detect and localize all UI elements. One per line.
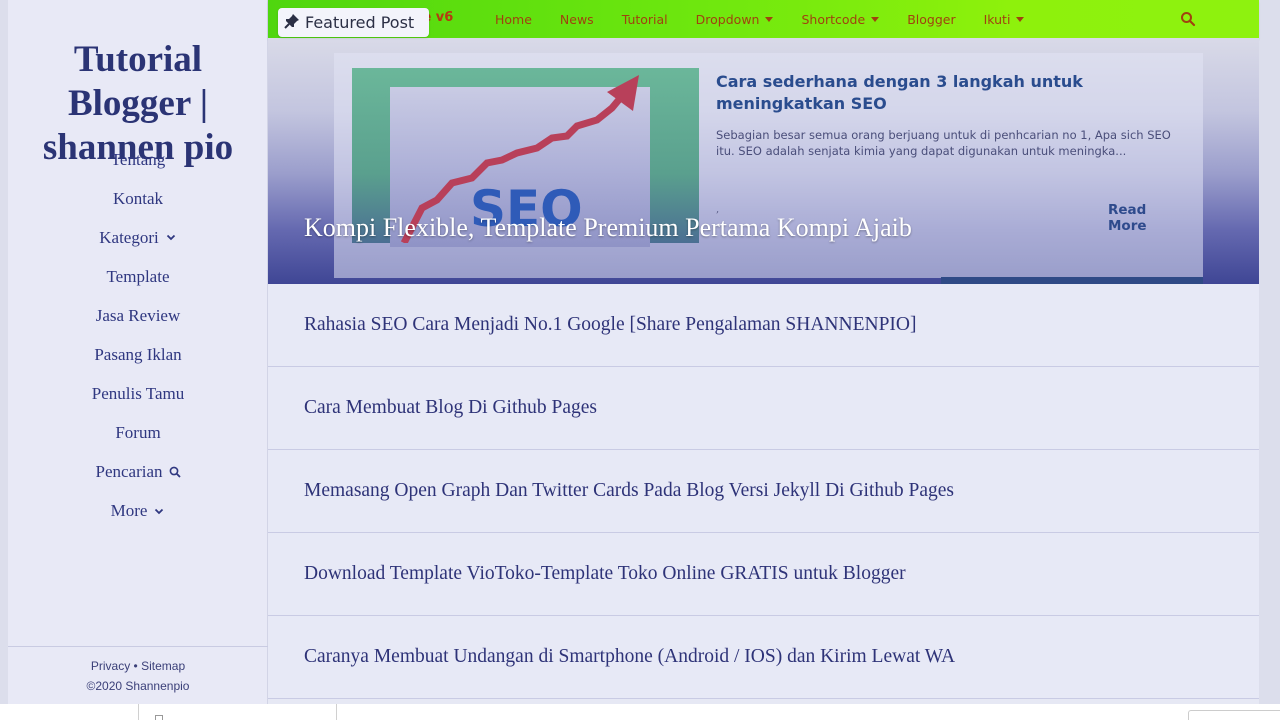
sidebar-footer: Privacy • Sitemap ©2020 Shannenpio [8, 656, 268, 696]
featured-post-info: Cara sederhana dengan 3 langkah untuk me… [716, 71, 1186, 234]
sidebar-item-label: Kontak [112, 188, 164, 208]
window-icon [155, 715, 163, 720]
post-item[interactable]: Download Template VioToko-Template Toko … [268, 533, 1259, 616]
sidebar-item-penulis-tamu[interactable]: Penulis Tamu [8, 375, 268, 414]
copyright: ©2020 Shannenpio [86, 679, 190, 693]
sidebar-item-pasang-iklan[interactable]: Pasang Iklan [8, 335, 268, 374]
sidebar-item-label: Penulis Tamu [91, 384, 185, 404]
nav-item-label: Blogger [907, 11, 956, 27]
nav-item-ikuti[interactable]: Ikuti [984, 12, 1025, 27]
caret-down-icon [1016, 16, 1025, 22]
right-gutter [1259, 0, 1280, 704]
nav-item-news[interactable]: News [560, 12, 594, 27]
sidebar-item-forum[interactable]: Forum [8, 414, 268, 453]
hero-strip [941, 277, 1203, 284]
post-item[interactable]: Rahasia SEO Cara Menjadi No.1 Google [Sh… [268, 284, 1259, 367]
nav-item-blogger[interactable]: Blogger [907, 12, 955, 27]
chevron-down-icon [153, 505, 165, 517]
nav-item-dropdown[interactable]: Dropdown [696, 12, 774, 27]
sidebar-item-label: Pasang Iklan [94, 345, 182, 365]
footer-separator: • [133, 659, 138, 673]
pin-icon [284, 13, 305, 33]
footer-links: Privacy • Sitemap [8, 656, 268, 676]
sidebar-item-label: Pencarian [95, 462, 163, 482]
featured-post-excerpt: Sebagian besar semua orang berjuang untu… [716, 128, 1171, 158]
caret-down-icon [871, 16, 880, 22]
nav-item-label: Home [495, 11, 532, 27]
search-icon[interactable] [1180, 11, 1196, 27]
sidebar-item-pencarian[interactable]: Pencarian [8, 453, 268, 492]
post-item[interactable]: Caranya Membuat Undangan di Smartphone (… [268, 616, 1259, 699]
post-title: Caranya Membuat Undangan di Smartphone (… [304, 646, 956, 667]
featured-hero: SEO Cara sederhana dengan 3 langkah untu… [268, 38, 1259, 284]
bottom-divider [336, 704, 337, 720]
nav-item-home[interactable]: Home [495, 12, 532, 27]
sidebar-item-label: Tentang [110, 149, 166, 169]
sidebar-item-kategori[interactable]: Kategori [8, 218, 268, 257]
nav-item-label: Dropdown [695, 11, 760, 27]
nav-item-tutorial[interactable]: Tutorial [622, 12, 668, 27]
featured-post-title[interactable]: Cara sederhana dengan 3 langkah untuk me… [716, 71, 1186, 115]
nav-item-label: Tutorial [621, 11, 668, 27]
post-title: Rahasia SEO Cara Menjadi No.1 Google [Sh… [304, 314, 917, 335]
read-more-link[interactable]: Read More [1108, 202, 1186, 234]
bottom-panel [1188, 710, 1280, 720]
caret-down-icon [765, 16, 774, 22]
featured-post-badge-label: Featured Post [305, 13, 415, 32]
sidebar-nav: Tentang Kontak Kategori Template Jasa Re… [8, 140, 268, 531]
post-title: Download Template VioToko-Template Toko … [304, 563, 906, 584]
post-item[interactable]: Memasang Open Graph Dan Twitter Cards Pa… [268, 450, 1259, 533]
featured-title[interactable]: Kompi Flexible, Template Premium Pertama… [304, 213, 912, 243]
privacy-link[interactable]: Privacy [91, 659, 130, 673]
sidebar: Tutorial Blogger | shannen pio Tentang K… [8, 0, 268, 704]
sidebar-item-label: Jasa Review [95, 305, 181, 325]
sidebar-item-label: Kategori [99, 227, 159, 247]
left-gutter [0, 0, 8, 704]
sidebar-divider [8, 646, 268, 647]
post-item[interactable]: Cara Membuat Blog Di Github Pages [268, 367, 1259, 450]
featured-post-badge: Featured Post [278, 8, 429, 37]
sidebar-item-more[interactable]: More [8, 492, 268, 531]
chevron-down-icon [165, 232, 177, 244]
bottom-divider [138, 704, 139, 720]
sidebar-item-kontak[interactable]: Kontak [8, 179, 268, 218]
nav-item-label: Ikuti [983, 11, 1011, 27]
post-title: Memasang Open Graph Dan Twitter Cards Pa… [304, 480, 954, 501]
nav-item-label: Shortcode [801, 11, 866, 27]
bottom-bar [0, 704, 1280, 720]
post-list: Rahasia SEO Cara Menjadi No.1 Google [Sh… [268, 284, 1259, 699]
nav-item-shortcode[interactable]: Shortcode [801, 11, 880, 27]
nav-item-label: News [559, 11, 594, 27]
sidebar-item-jasa-review[interactable]: Jasa Review [8, 296, 268, 335]
sidebar-item-template[interactable]: Template [8, 257, 268, 296]
sidebar-item-label: More [110, 501, 148, 521]
nav-menu: Home News Tutorial Dropdown Shortcode Bl… [495, 0, 1052, 38]
sitemap-link[interactable]: Sitemap [141, 659, 185, 673]
sidebar-item-label: Forum [115, 423, 161, 443]
sidebar-item-tentang[interactable]: Tentang [8, 140, 268, 179]
sidebar-item-label: Template [106, 266, 170, 286]
search-icon [169, 466, 181, 478]
post-title: Cara Membuat Blog Di Github Pages [304, 397, 598, 418]
